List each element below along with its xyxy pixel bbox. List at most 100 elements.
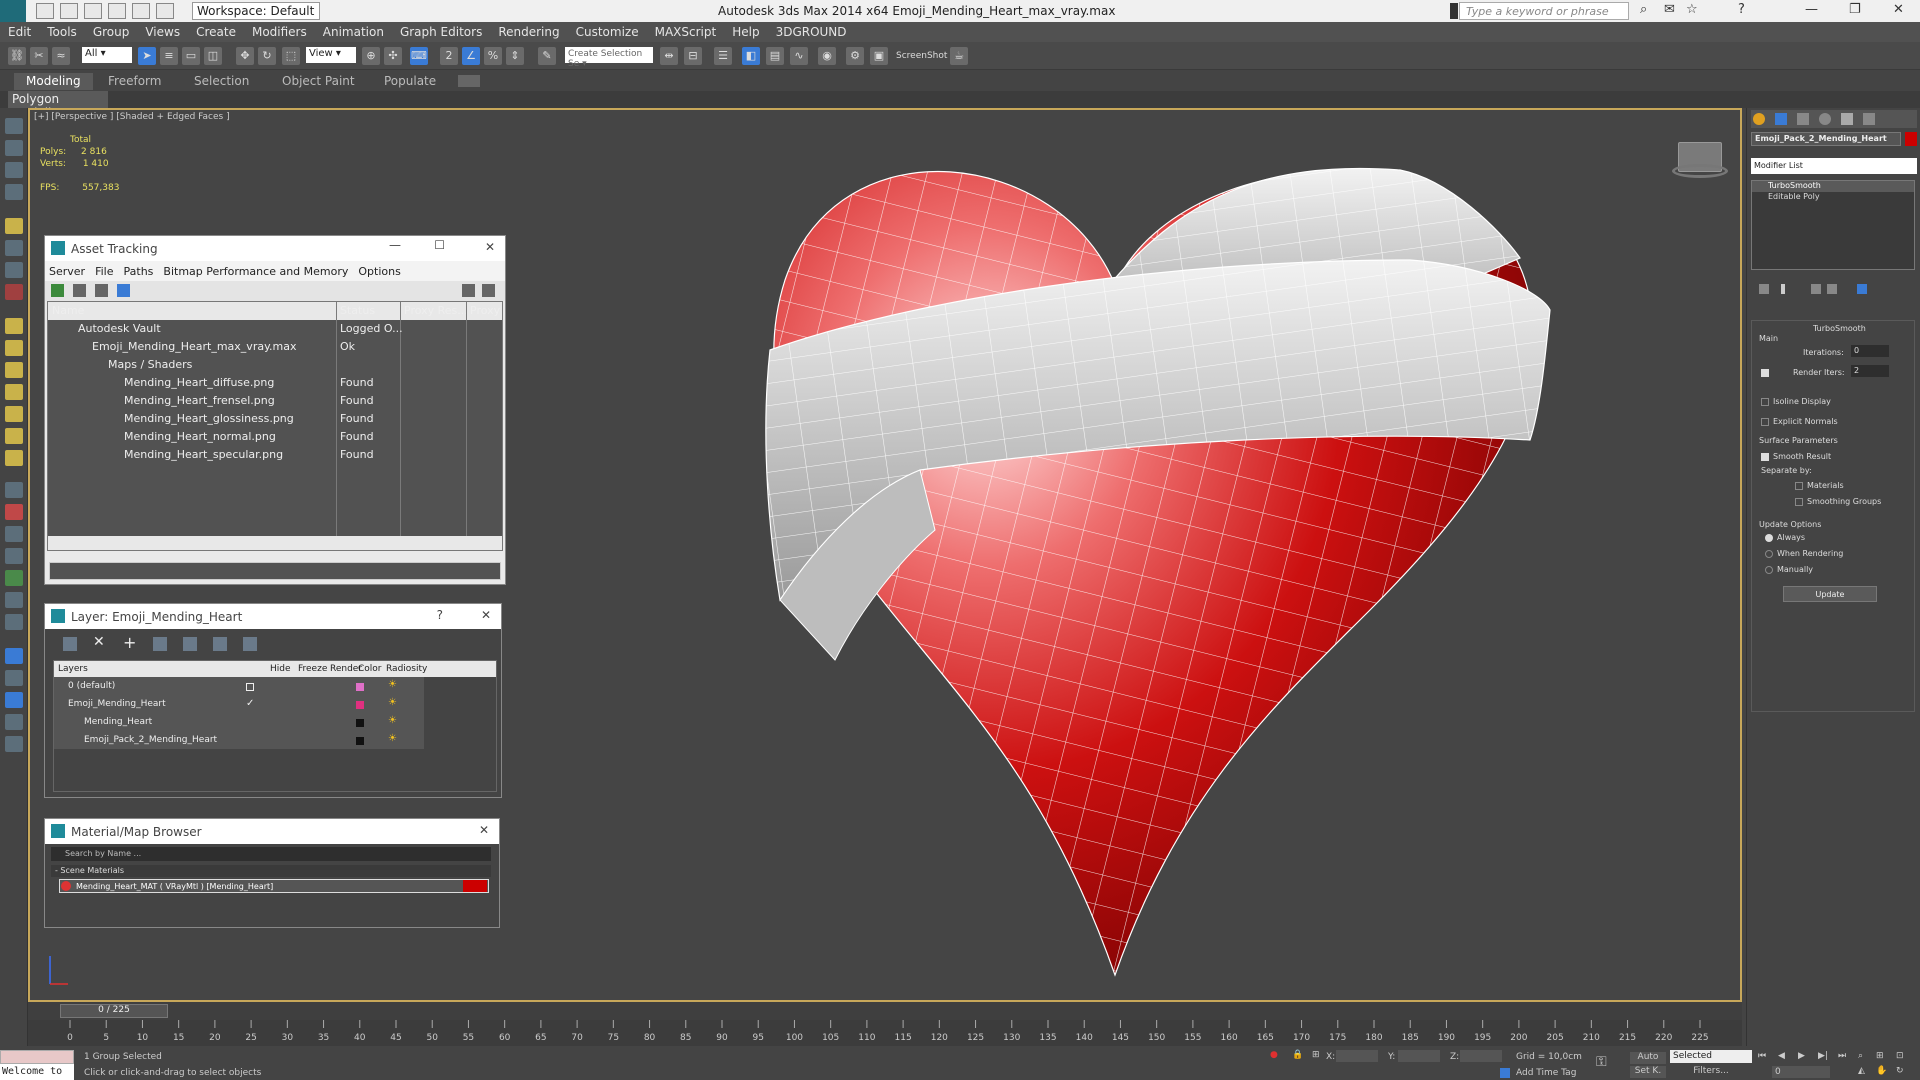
track-bar[interactable]: 0 5 10 15 20 25 30 35 40 45 50 55 60 65 70 75 80 85 90 95 10… xyxy=(28,1020,1742,1046)
new-layer-icon[interactable] xyxy=(63,637,77,651)
smoothing-groups-checkbox[interactable] xyxy=(1795,498,1803,506)
table-view-icon[interactable] xyxy=(95,284,108,297)
time-slider-thumb[interactable]: 0 / 225 xyxy=(60,1004,168,1018)
freeze-all-icon[interactable] xyxy=(243,637,257,651)
polygon-modeling-panel[interactable]: Polygon Modeling xyxy=(8,91,108,120)
hide-all-icon[interactable] xyxy=(213,637,227,651)
list-view-icon[interactable] xyxy=(73,284,86,297)
layer-row[interactable]: Emoji_Pack_2_Mending_Heart xyxy=(84,735,217,745)
tube-tool-icon[interactable] xyxy=(5,450,23,466)
percent-snap-icon[interactable]: % xyxy=(484,47,502,65)
workspace-dropdown[interactable]: Workspace: Default ▾ xyxy=(192,2,320,32)
menu-help[interactable]: Help xyxy=(724,25,759,39)
col-color[interactable]: Color xyxy=(358,664,382,674)
edit-named-selection-icon[interactable]: ✎ xyxy=(538,47,556,65)
biped-tool-icon[interactable] xyxy=(5,592,23,608)
ribbon-toggle-icon[interactable] xyxy=(458,75,480,87)
menu-group[interactable]: Group xyxy=(85,25,130,39)
link-icon[interactable]: ⛓ xyxy=(8,47,26,65)
zoom-icon[interactable]: ⌕ xyxy=(1858,1051,1863,1061)
table-row[interactable]: Mending_Heart_glossiness.png Found xyxy=(48,410,502,428)
asset-menu-bitmap[interactable]: Bitmap Performance and Memory xyxy=(163,265,348,278)
utilities-tab-icon[interactable] xyxy=(1863,113,1875,125)
object-color-swatch[interactable] xyxy=(1905,132,1917,146)
add-time-tag[interactable]: Add Time Tag xyxy=(1516,1068,1576,1078)
asset-help-icon[interactable] xyxy=(462,284,475,297)
menu-customize[interactable]: Customize xyxy=(568,25,639,39)
asset-menu-paths[interactable]: Paths xyxy=(124,265,154,278)
maxscript-listener-pink[interactable] xyxy=(0,1050,74,1064)
col-layers[interactable]: Layers xyxy=(58,664,88,674)
menu-rendering[interactable]: Rendering xyxy=(490,25,559,39)
highlight-layer-icon[interactable] xyxy=(183,637,197,651)
select-object-icon[interactable]: ➤ xyxy=(138,47,156,65)
table-row[interactable]: Mending_Heart_specular.png Found xyxy=(48,446,502,464)
menu-animation[interactable]: Animation xyxy=(315,25,384,39)
material-browser-titlebar[interactable]: Material/Map Browser ✕ xyxy=(45,819,499,844)
tab-modeling[interactable]: Modeling xyxy=(14,73,93,90)
camera-tool-icon[interactable] xyxy=(5,240,23,256)
foliage-tool-icon[interactable] xyxy=(5,570,23,586)
named-selection-dropdown[interactable]: Create Selection Se ▾ xyxy=(565,47,653,69)
iterations-input[interactable]: 0 xyxy=(1851,345,1889,357)
utility-tool-icon[interactable] xyxy=(5,670,23,686)
menu-views[interactable]: Views xyxy=(137,25,180,39)
rollout-title[interactable]: TurboSmooth xyxy=(1813,324,1866,333)
selection-filter-dropdown[interactable]: All ▾ xyxy=(82,47,132,63)
x-coord-input[interactable] xyxy=(1336,1050,1378,1062)
unlink-icon[interactable]: ✂ xyxy=(30,47,48,65)
materials-checkbox[interactable] xyxy=(1795,482,1803,490)
active-layer-check-icon[interactable]: ✓ xyxy=(246,698,254,709)
redo-icon[interactable] xyxy=(132,3,150,19)
layer-row[interactable]: Mending_Heart xyxy=(84,717,152,727)
layer-help-button[interactable]: ? xyxy=(437,608,443,622)
add-to-layer-icon[interactable]: + xyxy=(123,633,136,652)
asset-path-field[interactable] xyxy=(49,562,501,580)
make-unique-icon[interactable] xyxy=(1811,284,1821,294)
material-item[interactable]: Mending_Heart_MAT ( VRayMtl ) [Mending_H… xyxy=(59,879,489,893)
layers-tool-icon[interactable] xyxy=(5,184,23,200)
table-row[interactable]: Emoji_Mending_Heart_max_vray.max Ok xyxy=(48,338,502,356)
pivot-center-icon[interactable]: ⊕ xyxy=(362,47,380,65)
menu-edit[interactable]: Edit xyxy=(0,25,31,39)
prev-frame-icon[interactable]: ◀ xyxy=(1778,1051,1785,1061)
tab-object-paint[interactable]: Object Paint xyxy=(270,73,367,90)
paint-tool-icon[interactable] xyxy=(5,504,23,520)
col-proxy-res[interactable]: Proxy Res... xyxy=(404,304,468,317)
window-crossing-icon[interactable]: ◫ xyxy=(204,47,222,65)
search-arrow-icon[interactable] xyxy=(1450,3,1458,19)
time-tag-icon[interactable] xyxy=(1500,1068,1510,1078)
lock-selection-icon[interactable]: 🔒 xyxy=(1292,1050,1303,1060)
stack-item-turbosmooth[interactable]: TurboSmooth xyxy=(1752,181,1914,192)
bind-spacewarp-icon[interactable]: ≈ xyxy=(52,47,70,65)
layer-color-swatch[interactable] xyxy=(356,683,364,691)
zoom-all-icon[interactable]: ⊞ xyxy=(1876,1051,1884,1061)
tab-selection[interactable]: Selection xyxy=(182,73,261,90)
keyboard-shortcut-icon[interactable]: ⌨ xyxy=(410,47,428,65)
modifier-list-dropdown[interactable]: Modifier List xyxy=(1751,158,1917,174)
table-row[interactable]: Mending_Heart_frensel.png Found xyxy=(48,392,502,410)
render-iters-checkbox[interactable] xyxy=(1761,369,1769,377)
explicit-normals-checkbox[interactable] xyxy=(1761,418,1769,426)
asset-menu-file[interactable]: File xyxy=(95,265,113,278)
render-setup-icon[interactable]: ⚙ xyxy=(846,47,864,65)
select-scale-icon[interactable]: ⬚ xyxy=(282,47,300,65)
key-icon[interactable]: ⚿ xyxy=(1596,1054,1607,1070)
spacewarp-tool-icon[interactable] xyxy=(5,284,23,300)
layer-color-swatch[interactable] xyxy=(356,719,364,727)
select-layer-icon[interactable] xyxy=(153,637,167,651)
screenshot-label[interactable]: ScreenShot xyxy=(896,51,947,61)
col-hide[interactable]: Hide xyxy=(270,664,291,674)
asset-menu-server[interactable]: Server xyxy=(49,265,85,278)
sphere-tool-icon[interactable] xyxy=(5,340,23,356)
box-tool-icon[interactable] xyxy=(5,318,23,334)
layer-row[interactable]: Emoji_Mending_Heart xyxy=(68,699,166,709)
table-row[interactable]: Autodesk Vault Logged O... xyxy=(48,320,502,338)
viewport-label[interactable]: [+] [Perspective ] [Shaded + Edged Faces… xyxy=(34,112,230,122)
layer-manager-icon[interactable]: ◧ xyxy=(742,47,760,65)
stack-item-editable-poly[interactable]: Editable Poly xyxy=(1752,192,1914,203)
col-proxy-s[interactable]: Proxy S xyxy=(470,304,504,317)
angle-snap-icon[interactable]: ∠ xyxy=(462,47,480,65)
menu-graph-editors[interactable]: Graph Editors xyxy=(392,25,482,39)
menu-3dground[interactable]: 3DGROUND xyxy=(768,25,847,39)
